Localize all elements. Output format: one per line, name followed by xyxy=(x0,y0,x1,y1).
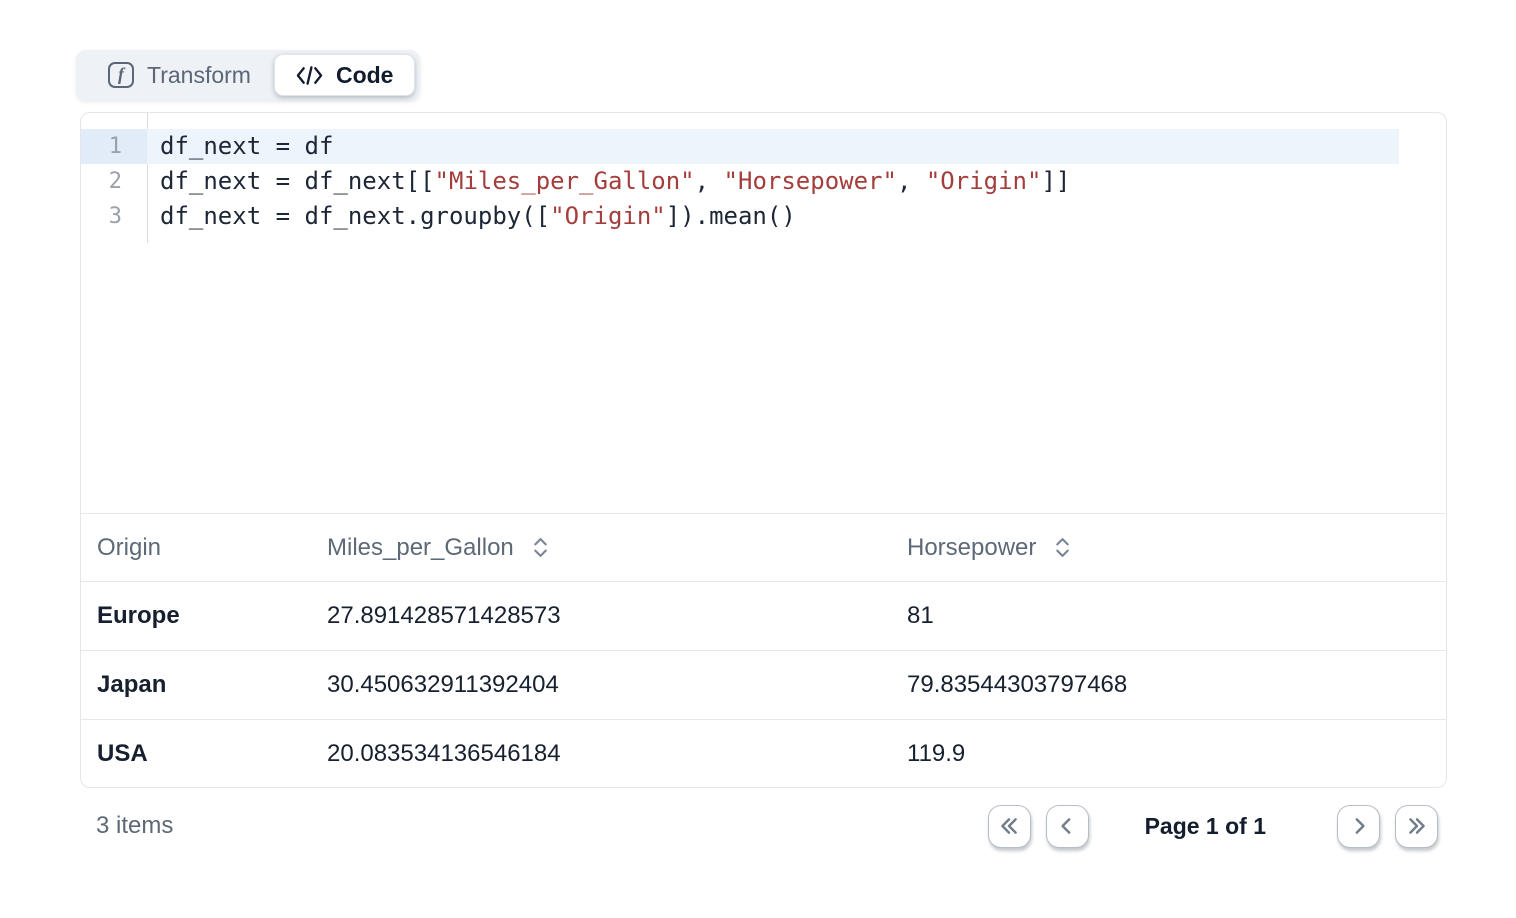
code-token: df_next = df xyxy=(160,132,333,160)
column-header-horsepower[interactable]: Horsepower xyxy=(891,514,1446,581)
items-count: 3 items xyxy=(96,812,173,840)
code-line-content[interactable]: df_next = df xyxy=(147,129,1399,164)
table-row: Japan30.45063291139240479.83544303797468 xyxy=(81,651,1446,720)
table-body: Europe27.89142857142857381Japan30.450632… xyxy=(81,582,1446,787)
line-number: 3 xyxy=(81,199,147,234)
code-token-string: "Horsepower" xyxy=(724,167,897,195)
page-indicator: Page 1 of 1 xyxy=(1145,813,1266,840)
cell-miles_per_gallon: 30.450632911392404 xyxy=(311,671,891,699)
table-row: Europe27.89142857142857381 xyxy=(81,582,1446,651)
code-token: df_next = df_next[[ xyxy=(160,167,435,195)
cell-horsepower: 79.83544303797468 xyxy=(891,671,1446,699)
cell-origin: USA xyxy=(81,740,311,768)
code-token: , xyxy=(695,167,724,195)
first-page-button[interactable] xyxy=(988,805,1031,848)
cell-miles_per_gallon: 27.891428571428573 xyxy=(311,602,891,630)
code-line-content[interactable]: df_next = df_next[["Miles_per_Gallon", "… xyxy=(147,164,1399,199)
code-token: df_next = df_next.groupby([ xyxy=(160,202,550,230)
next-page-button[interactable] xyxy=(1337,805,1380,848)
column-label: Horsepower xyxy=(907,534,1036,562)
column-header-miles_per_gallon[interactable]: Miles_per_Gallon xyxy=(311,514,891,581)
table-row: USA20.083534136546184119.9 xyxy=(81,720,1446,787)
code-token-string: "Origin" xyxy=(926,167,1042,195)
code-line[interactable]: 1 df_next = df xyxy=(81,129,1446,164)
code-line-content[interactable]: df_next = df_next.groupby(["Origin"]).me… xyxy=(147,199,1399,234)
code-token-string: "Origin" xyxy=(550,202,666,230)
code-token: , xyxy=(897,167,926,195)
table-header-row: Origin Miles_per_Gallon Horsepower xyxy=(81,514,1446,582)
tab-transform[interactable]: f Transform xyxy=(76,50,274,100)
chevron-right-icon xyxy=(1348,815,1370,837)
previous-page-button[interactable] xyxy=(1046,805,1089,848)
view-mode-tabbar: f Transform Code xyxy=(76,50,420,100)
tab-transform-label: Transform xyxy=(147,62,251,89)
cell-origin: Europe xyxy=(81,602,311,630)
cell-horsepower: 119.9 xyxy=(891,740,1446,768)
pagination: Page 1 of 1 xyxy=(988,805,1438,848)
last-page-button[interactable] xyxy=(1395,805,1438,848)
chevron-left-icon xyxy=(1056,815,1078,837)
cell-origin: Japan xyxy=(81,671,311,699)
sort-icon xyxy=(1055,537,1070,558)
code-line[interactable]: 3df_next = df_next.groupby(["Origin"]).m… xyxy=(81,199,1446,234)
sort-icon xyxy=(533,537,548,558)
line-number: 1 xyxy=(81,129,147,164)
column-label: Miles_per_Gallon xyxy=(327,534,514,562)
code-editor[interactable]: 1df_next = df2df_next = df_next[["Miles_… xyxy=(81,113,1446,514)
function-icon: f xyxy=(108,62,134,88)
cell-horsepower: 81 xyxy=(891,602,1446,630)
code-line[interactable]: 2df_next = df_next[["Miles_per_Gallon", … xyxy=(81,164,1446,199)
tab-code-label: Code xyxy=(336,62,394,89)
line-number: 2 xyxy=(81,164,147,199)
code-token-string: "Miles_per_Gallon" xyxy=(435,167,695,195)
cell-miles_per_gallon: 20.083534136546184 xyxy=(311,740,891,768)
double-chevron-left-icon xyxy=(998,815,1020,837)
table-footer: 3 items Page 1 of 1 xyxy=(80,797,1447,855)
double-chevron-right-icon xyxy=(1406,815,1428,837)
code-token: ]] xyxy=(1041,167,1070,195)
code-token: ]).mean() xyxy=(666,202,796,230)
tab-code[interactable]: Code xyxy=(274,54,416,96)
column-label: Origin xyxy=(97,534,161,562)
code-brackets-icon xyxy=(296,64,323,87)
column-header-origin: Origin xyxy=(81,514,311,581)
code-lines: 1df_next = df2df_next = df_next[["Miles_… xyxy=(81,129,1446,234)
transform-panel: 1df_next = df2df_next = df_next[["Miles_… xyxy=(80,112,1447,788)
